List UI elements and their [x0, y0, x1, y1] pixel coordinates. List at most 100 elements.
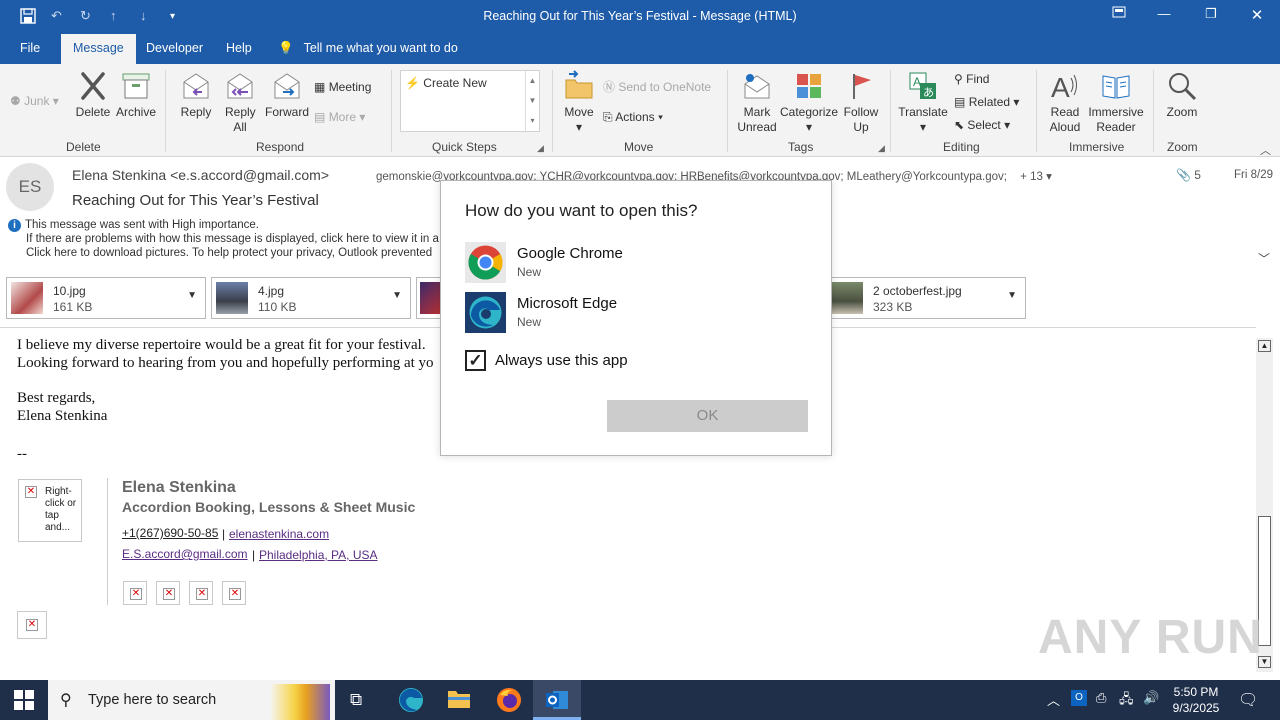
chevron-down-icon[interactable]: ▼ — [392, 290, 402, 301]
firefox-icon[interactable] — [496, 687, 522, 716]
categorize-label: Categorize — [780, 105, 839, 119]
zoom-label: Zoom — [1166, 105, 1198, 119]
translate-icon: Aあ — [909, 72, 936, 99]
more-button[interactable]: ▤ More ▾ — [314, 109, 365, 125]
task-view-icon[interactable]: ⧉ — [350, 690, 362, 710]
group-label-delete: Delete — [66, 140, 101, 154]
network-icon[interactable]: 🖧 — [1119, 690, 1134, 712]
translate-button[interactable]: Aあ Translate ▾ — [897, 70, 949, 135]
app-option-chrome[interactable]: Google Chrome New — [465, 242, 815, 286]
attachment-item[interactable]: 4.jpg 110 KB ▼ — [211, 277, 411, 319]
delete-button[interactable]: Delete — [72, 70, 114, 120]
zoom-button[interactable]: Zoom — [1160, 70, 1204, 120]
app-option-edge[interactable]: Microsoft Edge New — [465, 292, 815, 336]
meeting-button[interactable]: ▦ Meeting — [314, 79, 371, 95]
dialog-launcher-icon[interactable]: ◢ — [537, 143, 544, 154]
junk-label: Junk — [24, 94, 50, 108]
tray-chevron-icon[interactable]: ︿ — [1047, 690, 1060, 709]
mark-unread-icon — [744, 74, 770, 99]
social-icon-broken[interactable]: ✕ — [123, 581, 147, 605]
display-problem-text[interactable]: If there are problems with how this mess… — [8, 232, 439, 246]
follow-up-button[interactable]: Follow Up — [840, 70, 882, 135]
reply-button[interactable]: Reply — [176, 70, 216, 120]
select-button[interactable]: ⬉ Select ▾ — [954, 117, 1010, 133]
create-new-label: Create New — [423, 76, 487, 90]
dialog-launcher-icon[interactable]: ◢ — [878, 143, 885, 154]
svg-text:A: A — [913, 75, 921, 89]
gallery-scroll[interactable]: ▲ ▼ ▾ — [525, 71, 539, 131]
close-icon[interactable]: ✕ — [1242, 6, 1272, 28]
open-with-dialog: How do you want to open this? Google Chr… — [440, 180, 832, 456]
tab-message[interactable]: Message — [61, 34, 136, 64]
start-button[interactable] — [14, 690, 34, 713]
broken-image-icon: ✕ — [196, 588, 208, 600]
related-button[interactable]: ▤ Related ▾ — [954, 94, 1019, 110]
social-icon-broken[interactable]: ✕ — [189, 581, 213, 605]
signature-phone[interactable]: +1(267)690-50-85 — [122, 526, 218, 540]
collapse-ribbon-icon[interactable]: ︿ — [1260, 142, 1271, 158]
categorize-button[interactable]: Categorize ▾ — [780, 70, 838, 135]
social-icon-broken[interactable]: ✕ — [222, 581, 246, 605]
watermark: ANY RUN — [1038, 611, 1263, 664]
signature-location[interactable]: Philadelphia, PA, USA — [259, 548, 378, 562]
archive-icon — [122, 73, 150, 99]
social-icon-broken[interactable]: ✕ — [156, 581, 180, 605]
always-use-label[interactable]: Always use this app — [495, 352, 628, 369]
forward-button[interactable]: Forward — [264, 70, 310, 120]
volume-icon[interactable]: 🔊 — [1143, 690, 1159, 706]
broken-image-icon: ✕ — [229, 588, 241, 600]
chevron-down-icon[interactable]: ▼ — [187, 290, 197, 301]
scroll-up-arrow-icon[interactable]: ▲ — [1258, 340, 1271, 352]
body-line: I believe my diverse repertoire would be… — [17, 337, 426, 353]
more-recipients[interactable]: + 13 — [1020, 171, 1043, 183]
lightbulb-icon: 💡 — [278, 41, 294, 55]
archive-button[interactable]: Archive — [114, 70, 158, 120]
info-bar[interactable]: i This message was sent with High importa… — [8, 218, 439, 260]
mark-unread-button[interactable]: Mark Unread — [733, 70, 781, 135]
attachment-item[interactable]: 2 octoberfest.jpg 323 KB ▼ — [826, 277, 1026, 319]
send-onenote-button[interactable]: Ⓝ Send to OneNote — [603, 79, 711, 95]
sender[interactable]: Elena Stenkina <e.s.accord@gmail.com> — [72, 167, 329, 183]
quick-steps-gallery[interactable]: ⚡ Create New ▲ ▼ ▾ — [400, 70, 540, 132]
clock[interactable]: 5:50 PM 9/3/2025 — [1170, 684, 1222, 716]
broken-image[interactable]: ✕ Right-click or tap and... — [18, 479, 82, 542]
taskbar-search[interactable]: ⚲ Type here to search — [48, 680, 335, 720]
tab-file[interactable]: File — [8, 34, 52, 64]
quickstep-icon: ⚡ — [405, 76, 420, 90]
minimize-icon[interactable]: — — [1149, 6, 1179, 28]
outlook-tray-icon[interactable]: O — [1071, 690, 1087, 706]
junk-button[interactable]: ⚉ Junk ▾ — [10, 93, 59, 109]
signature-email[interactable]: E.S.accord@gmail.com — [122, 547, 248, 561]
find-icon: ⚲ — [954, 72, 963, 86]
create-new-quickstep[interactable]: ⚡ Create New — [405, 75, 487, 91]
notification-icon[interactable]: 🗨 — [1238, 690, 1258, 710]
app-name: Microsoft Edge — [517, 295, 618, 312]
tab-help[interactable]: Help — [214, 34, 264, 64]
reply-all-button[interactable]: Reply All — [220, 70, 260, 135]
move-button[interactable]: Move ▾ — [560, 70, 598, 135]
attachment-item[interactable]: 10.jpg 161 KB ▼ — [6, 277, 206, 319]
tab-developer[interactable]: Developer — [134, 34, 215, 64]
signature-website[interactable]: elenastenkina.com — [229, 527, 329, 541]
actions-button[interactable]: ⎘ Actions ▾ — [603, 109, 663, 125]
outlook-taskbar-button[interactable] — [533, 680, 581, 720]
download-pictures-text[interactable]: Click here to download pictures. To help… — [8, 246, 439, 260]
always-use-checkbox[interactable]: ✓ — [465, 350, 486, 371]
clock-time: 5:50 PM — [1173, 685, 1219, 699]
file-explorer-icon[interactable] — [447, 688, 471, 713]
restore-icon[interactable]: ❐ — [1196, 6, 1226, 28]
chevron-down-icon[interactable]: ▼ — [1007, 290, 1017, 301]
tell-me-box[interactable]: 💡 Tell me what you want to do — [278, 34, 458, 63]
ok-button[interactable]: OK — [607, 400, 808, 432]
immersive-reader-button[interactable]: Immersive Reader — [1087, 70, 1145, 135]
search-icon: ⚲ — [60, 692, 72, 709]
read-aloud-button[interactable]: A Read Aloud — [1043, 70, 1087, 135]
ribbon-display-icon[interactable] — [1104, 6, 1134, 28]
edge-taskbar-icon[interactable] — [398, 687, 424, 716]
device-icon[interactable]: ⎙ — [1096, 690, 1106, 706]
expand-header-icon[interactable]: ﹀ — [1258, 250, 1270, 267]
find-button[interactable]: ⚲ Find — [954, 71, 989, 87]
broken-image[interactable]: ✕ — [17, 611, 47, 639]
info-icon: i — [8, 219, 21, 232]
body-line: -- — [17, 446, 27, 462]
